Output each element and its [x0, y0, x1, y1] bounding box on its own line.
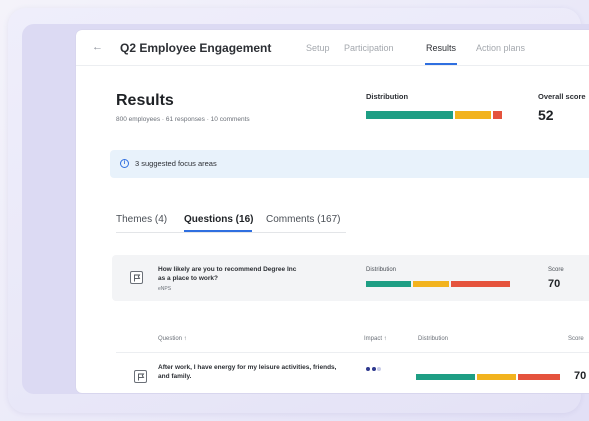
table-row-score: 70: [574, 370, 587, 382]
active-subtab-underline: [184, 230, 252, 232]
distribution-segment: [416, 374, 475, 380]
distribution-segment: [366, 281, 411, 287]
distribution-segment: [454, 111, 492, 119]
column-header-question[interactable]: Question ↑: [158, 336, 187, 342]
distribution-segment: [366, 111, 453, 119]
subtab-themes[interactable]: Themes (4): [116, 214, 167, 225]
column-header-distribution: Distribution: [418, 336, 449, 342]
survey-title: Q2 Employee Engagement: [120, 41, 272, 55]
active-tab-underline: [425, 63, 457, 65]
focus-areas-banner[interactable]: i 3 suggested focus areas: [110, 150, 589, 178]
page-title: Results: [116, 92, 174, 109]
overall-distribution-bar: [366, 111, 502, 119]
top-nav: ← Q2 Employee Engagement Setup Participa…: [76, 30, 589, 66]
subtab-divider: [116, 232, 346, 233]
row-distribution-bar: [416, 374, 560, 380]
enps-tag: eNPS: [158, 286, 172, 292]
enps-distribution-label: Distribution: [366, 267, 397, 273]
info-icon: i: [120, 159, 129, 168]
impact-dot: [366, 367, 370, 371]
overall-score-value: 52: [538, 107, 554, 123]
impact-dot: [377, 367, 381, 371]
tab-action-plans[interactable]: Action plans: [476, 43, 525, 53]
tab-participation[interactable]: Participation: [344, 43, 394, 53]
distribution-segment: [412, 281, 450, 287]
distribution-segment: [517, 374, 560, 380]
enps-score-value: 70: [548, 278, 561, 290]
flag-icon[interactable]: [134, 370, 147, 383]
results-summary: 800 employees · 61 responses · 10 commen…: [116, 116, 250, 123]
tab-setup[interactable]: Setup: [306, 43, 330, 53]
survey-results-app: ← Q2 Employee Engagement Setup Participa…: [76, 30, 589, 393]
column-header-score[interactable]: Score: [568, 336, 584, 342]
distribution-segment: [451, 281, 510, 287]
enps-card[interactable]: How likely are you to recommend Degree I…: [112, 255, 589, 301]
back-arrow-icon[interactable]: ←: [92, 41, 103, 53]
overall-score-label: Overall score: [538, 92, 586, 101]
column-header-impact[interactable]: Impact ↑: [364, 336, 387, 342]
distribution-segment: [476, 374, 516, 380]
focus-areas-text: 3 suggested focus areas: [135, 159, 217, 168]
distribution-segment: [493, 111, 502, 119]
distribution-label: Distribution: [366, 92, 409, 101]
enps-score-label: Score: [548, 267, 564, 273]
tab-results[interactable]: Results: [426, 43, 456, 53]
table-header-divider: [116, 352, 589, 353]
table-row-question[interactable]: After work, I have energy for my leisure…: [158, 363, 348, 381]
flag-icon[interactable]: [130, 271, 143, 284]
subtab-comments[interactable]: Comments (167): [266, 214, 340, 225]
enps-distribution-bar: [366, 281, 510, 287]
subtab-questions[interactable]: Questions (16): [184, 214, 253, 225]
enps-question: How likely are you to recommend Degree I…: [158, 266, 297, 282]
impact-indicator: [366, 367, 381, 371]
impact-dot: [371, 367, 376, 371]
